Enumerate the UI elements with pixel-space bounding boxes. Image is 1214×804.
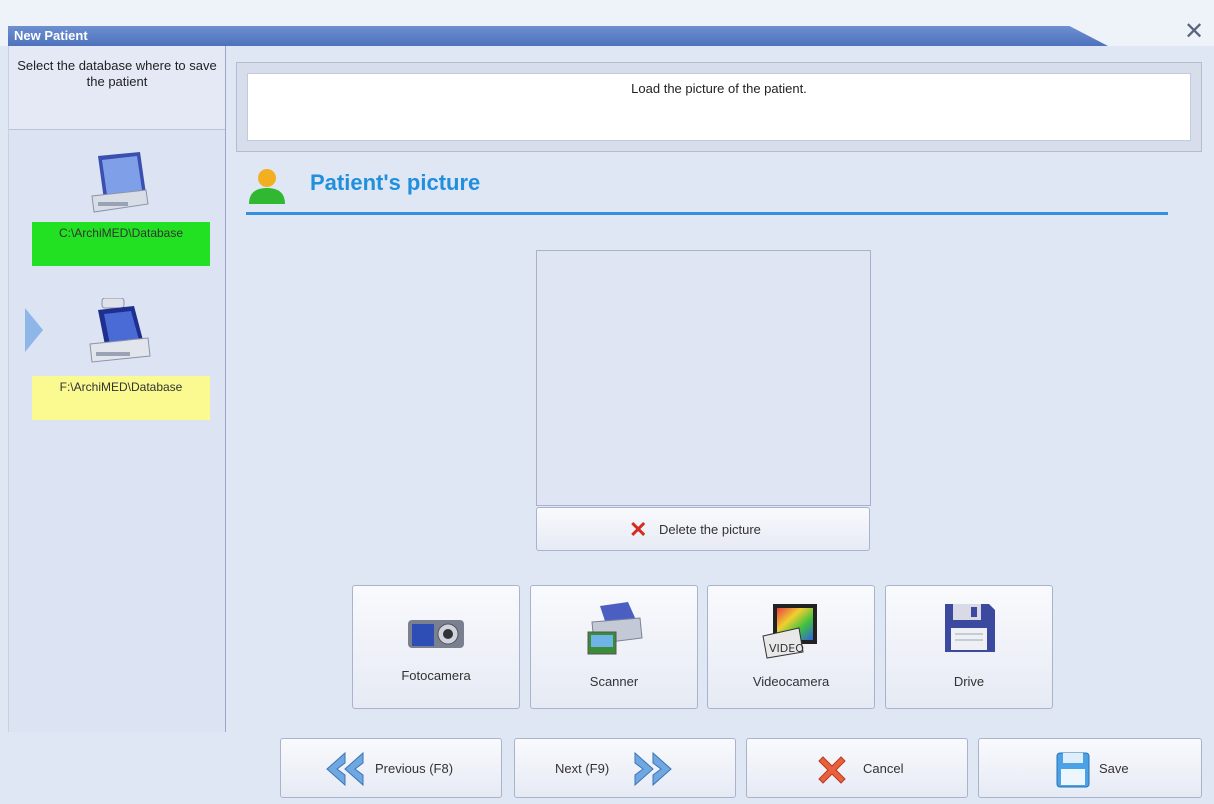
- removable-drive-icon[interactable]: [84, 298, 154, 364]
- delete-picture-button[interactable]: ✕ Delete the picture: [536, 507, 870, 551]
- camera-icon: [408, 620, 464, 648]
- cancel-label: Cancel: [863, 761, 904, 776]
- video-icon: VIDEO: [762, 604, 817, 659]
- drive-button[interactable]: Drive: [885, 585, 1053, 709]
- floppy-icon: [945, 604, 995, 652]
- delete-icon: ✕: [629, 517, 648, 542]
- double-chevron-right-icon: [634, 751, 672, 787]
- double-chevron-left-icon: [326, 751, 364, 787]
- hard-drive-icon[interactable]: [84, 150, 154, 216]
- svg-text:VIDEO: VIDEO: [769, 642, 804, 655]
- drive-label: Drive: [953, 674, 985, 689]
- save-button[interactable]: Save: [978, 738, 1202, 798]
- window-title: New Patient: [14, 28, 88, 43]
- new-patient-window: New Patient ✕ Select the database where …: [0, 0, 1214, 804]
- scanner-button[interactable]: Scanner: [530, 585, 698, 709]
- save-label: Save: [1099, 761, 1129, 776]
- save-icon: [1056, 752, 1090, 788]
- title-tab: [8, 26, 1108, 46]
- section-title: Patient's picture: [310, 170, 481, 195]
- section-divider: [246, 212, 1168, 215]
- close-icon[interactable]: ✕: [1182, 20, 1206, 44]
- patient-icon: [249, 169, 285, 204]
- patient-picture-frame[interactable]: [536, 250, 871, 506]
- videocamera-button[interactable]: VIDEO Videocamera: [707, 585, 875, 709]
- previous-button[interactable]: Previous (F8): [280, 738, 502, 798]
- scanner-label: Scanner: [589, 674, 639, 689]
- database-path: F:\ArchiMED\Database: [59, 380, 183, 394]
- instruction-text: Load the picture of the patient.: [247, 73, 1191, 141]
- instruction-panel: Load the picture of the patient.: [236, 62, 1202, 152]
- next-label: Next (F9): [555, 761, 610, 776]
- title-bar: New Patient ✕: [0, 0, 1214, 46]
- sidebar-heading: Select the database where to save the pa…: [9, 46, 225, 130]
- fotocamera-button[interactable]: Fotocamera: [352, 585, 520, 709]
- cancel-icon: [818, 756, 846, 784]
- previous-label: Previous (F8): [375, 761, 454, 776]
- cancel-button[interactable]: Cancel: [746, 738, 968, 798]
- database-item-c[interactable]: C:\ArchiMED\Database: [32, 222, 210, 266]
- delete-picture-label: Delete the picture: [659, 522, 761, 537]
- selection-arrow-icon: [25, 308, 43, 352]
- scanner-icon: [587, 602, 643, 655]
- next-button[interactable]: Next (F9): [514, 738, 736, 798]
- videocamera-label: Videocamera: [752, 674, 830, 689]
- fotocamera-label: Fotocamera: [401, 668, 471, 683]
- database-item-f[interactable]: F:\ArchiMED\Database: [32, 376, 210, 420]
- database-path: C:\ArchiMED\Database: [58, 226, 184, 240]
